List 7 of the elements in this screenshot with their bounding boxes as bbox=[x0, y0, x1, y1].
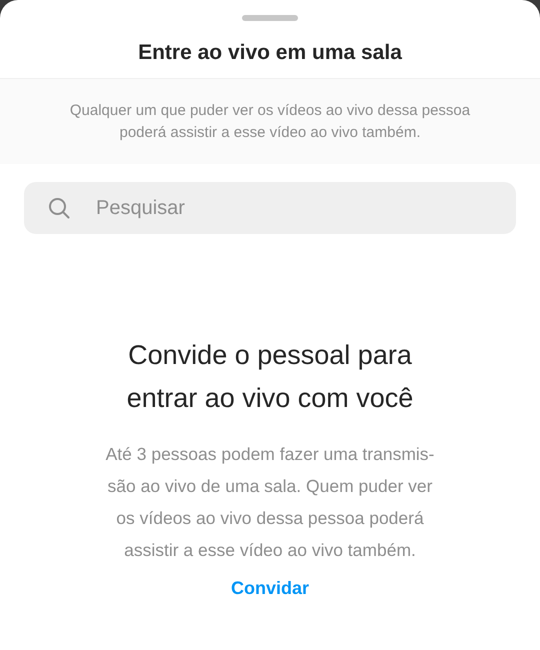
empty-state-heading: Convide o pessoal para entrar ao vivo com você bbox=[126, 339, 414, 415]
drag-handle[interactable] bbox=[242, 15, 298, 21]
sheet-title: Entre ao vivo em uma sala bbox=[137, 41, 403, 66]
notice-text: Qualquer um que puder ver os vídeos ao vivo dessa pessoa poderá assistir a esse vídeo ao vivo também. bbox=[68, 101, 472, 143]
empty-state-text: Até 3 pessoas podem fazer uma transmis- são ao vivo de uma sala. Quem puder ver os vídeos ao vivo dessa pessoa poderá assistir a esse vídeo ao vivo também. bbox=[104, 443, 436, 562]
search-field[interactable]: Pesquisar bbox=[24, 182, 516, 234]
invite-link[interactable]: Convidar bbox=[230, 578, 309, 599]
